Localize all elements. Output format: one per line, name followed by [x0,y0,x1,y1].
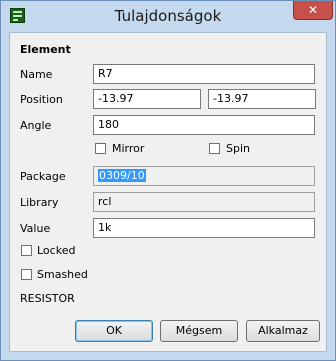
close-button[interactable]: ✕ [293,1,333,20]
angle-field[interactable]: 180 [93,115,315,135]
angle-label: Angle [20,119,52,132]
ok-button[interactable]: OK [75,320,153,342]
window-title: Tulajdonságok [114,7,222,25]
smashed-checkbox[interactable] [21,269,32,280]
locked-checkbox[interactable] [21,245,32,256]
cancel-button[interactable]: Mégsem [160,320,238,342]
library-label: Library [20,196,59,209]
package-value-selected: 0309/10 [98,169,146,182]
value-label: Value [20,222,51,235]
title-bar[interactable]: Tulajdonságok ✕ [1,1,335,31]
locked-label: Locked [37,244,76,257]
value-field[interactable]: 1k [93,218,315,238]
smashed-label: Smashed [37,268,88,281]
package-label: Package [20,170,66,183]
name-label: Name [20,68,53,81]
properties-dialog: Tulajdonságok ✕ Element Name R7 Position… [0,0,336,361]
mirror-label: Mirror [112,142,145,155]
name-field[interactable]: R7 [93,64,315,84]
package-field[interactable]: 0309/10 [93,166,315,186]
position-x-field[interactable]: -13.97 [93,89,201,109]
dialog-content: Element Name R7 Position -13.97 -13.97 A… [9,32,327,352]
spin-checkbox[interactable] [209,143,220,154]
position-label: Position [20,93,63,106]
element-heading: Element [20,43,71,56]
library-field[interactable]: rcl [93,192,315,212]
spin-label: Spin [226,142,250,155]
mirror-checkbox[interactable] [95,143,106,154]
apply-button[interactable]: Alkalmaz [246,320,320,342]
position-y-field[interactable]: -13.97 [208,89,316,109]
technology-text: RESISTOR [20,292,75,305]
